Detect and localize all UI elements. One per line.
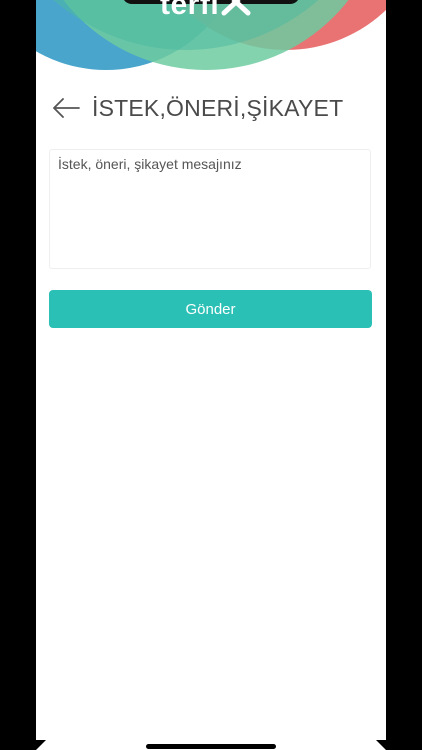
message-field-container xyxy=(49,149,371,269)
left-bezel xyxy=(0,0,36,750)
app-logo: terfi xyxy=(160,0,251,21)
header-artwork: terfi xyxy=(36,0,386,80)
arrow-left-icon xyxy=(53,98,80,118)
page-title: İSTEK,ÖNERİ,ŞİKAYET xyxy=(92,94,344,121)
home-indicator[interactable] xyxy=(146,744,276,749)
screen-corner-left xyxy=(36,740,46,750)
back-button[interactable] xyxy=(50,92,82,124)
right-bezel xyxy=(386,0,422,750)
screen: terfi İSTEK,ÖNERİ,ŞİKAYET Gönder xyxy=(0,0,422,750)
message-input[interactable] xyxy=(50,150,370,268)
page-header: İSTEK,ÖNERİ,ŞİKAYET xyxy=(50,88,343,128)
screen-corner-right xyxy=(376,740,386,750)
logo-x-mark-icon xyxy=(221,0,251,24)
logo-text: terfi xyxy=(160,0,220,21)
app-view: terfi İSTEK,ÖNERİ,ŞİKAYET Gönder xyxy=(36,0,386,750)
send-button[interactable]: Gönder xyxy=(49,290,372,328)
